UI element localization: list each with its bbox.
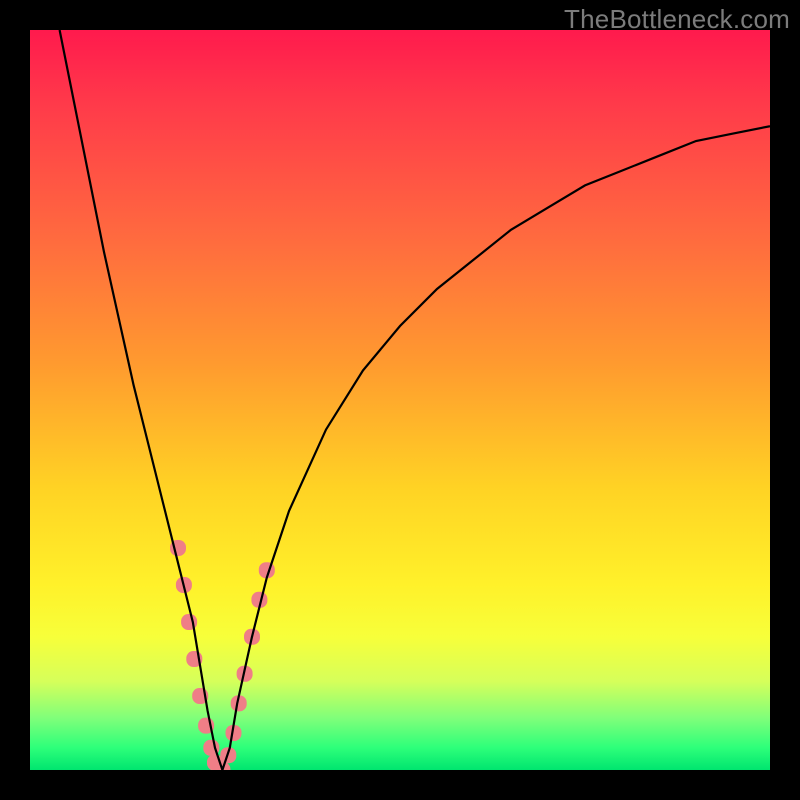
chart-svg — [30, 30, 770, 770]
plot-area — [30, 30, 770, 770]
bottleneck-curve — [60, 30, 770, 770]
outer-frame: TheBottleneck.com — [0, 0, 800, 800]
markers-layer — [170, 540, 275, 770]
watermark-text: TheBottleneck.com — [564, 4, 790, 35]
